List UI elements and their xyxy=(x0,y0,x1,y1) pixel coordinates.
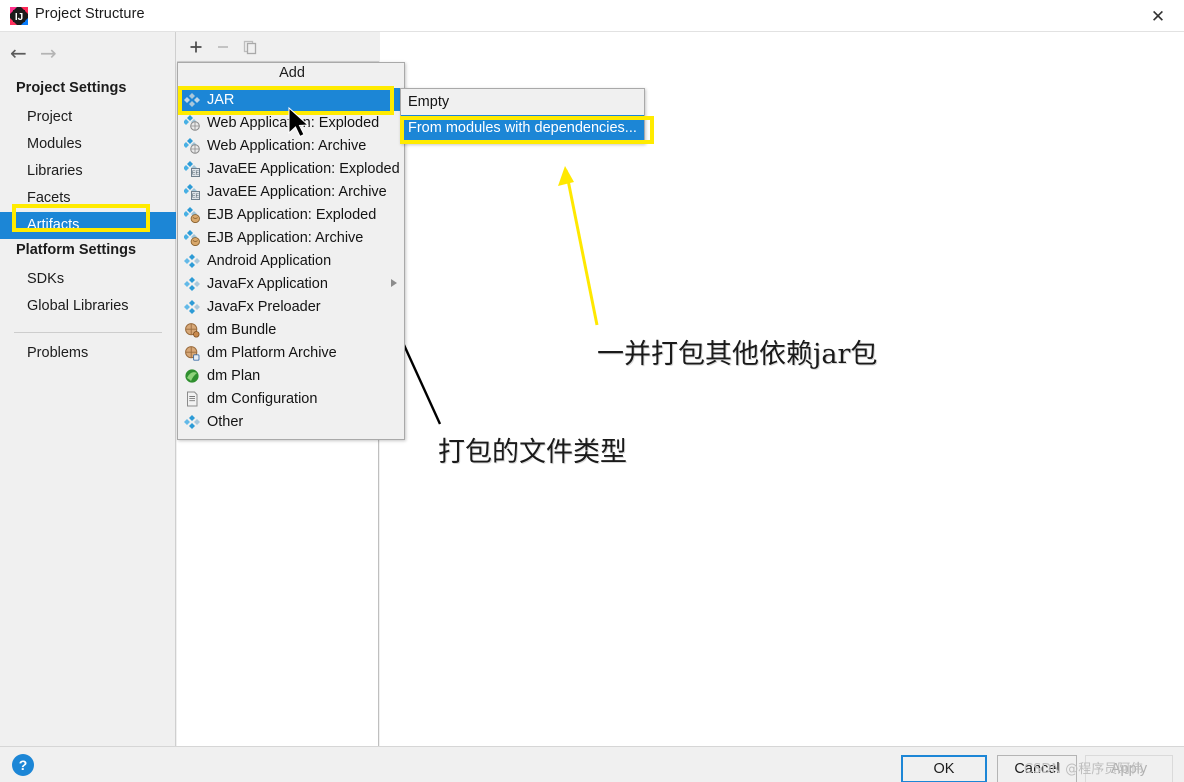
menu-item-label: dm Plan xyxy=(207,367,261,384)
copy-icon xyxy=(239,36,261,58)
sidebar-item-artifacts[interactable]: Artifacts xyxy=(0,212,176,239)
watermark: CSDN @程序员阿伟 xyxy=(1024,762,1144,777)
javaee-exploded-icon: EE xyxy=(183,160,200,177)
add-icon[interactable] xyxy=(185,36,207,58)
menu-item-label: Other xyxy=(207,413,244,430)
menu-item-label: JavaEE Application: Archive xyxy=(207,183,387,200)
add-artifact-menu: Add JAR Web Application: Exploded Web Ap… xyxy=(177,62,405,440)
menu-item-label: dm Platform Archive xyxy=(207,344,337,361)
menu-item-label: Web Application: Archive xyxy=(207,137,367,154)
ejb-exploded-icon xyxy=(183,206,200,223)
menu-item-label: JavaFx Application xyxy=(207,275,328,292)
menu-item-dm-configuration[interactable]: dm Configuration xyxy=(179,387,405,410)
add-menu-list: JAR Web Application: Exploded Web Applic… xyxy=(179,88,405,433)
back-arrow-icon[interactable]: ← xyxy=(10,42,27,64)
menu-item-label: Web Application: Exploded xyxy=(207,114,380,131)
intellij-idea-icon: IJ xyxy=(10,7,28,25)
sidebar-item-problems[interactable]: Problems xyxy=(0,340,176,367)
javaee-archive-icon: EE xyxy=(183,183,200,200)
sidebar-item-facets[interactable]: Facets xyxy=(0,185,176,212)
jar-submenu: Empty From modules with dependencies... xyxy=(400,88,645,144)
ok-button[interactable]: OK xyxy=(901,755,987,782)
menu-item-dm-plan[interactable]: dm Plan xyxy=(179,364,405,387)
sidebar-item-project[interactable]: Project xyxy=(0,104,176,131)
menu-item-label: dm Bundle xyxy=(207,321,277,338)
sidebar-item-modules[interactable]: Modules xyxy=(0,131,176,158)
menu-item-ejb-application-archive[interactable]: EJB Application: Archive xyxy=(179,226,405,249)
web-exploded-icon xyxy=(183,114,200,131)
menu-item-web-application-archive[interactable]: Web Application: Archive xyxy=(179,134,405,157)
project-structure-dialog: IJ Project Structure ✕ ← → Project Setti… xyxy=(0,0,1184,782)
menu-item-label: JAR xyxy=(207,91,235,108)
sidebar-item-global-libraries[interactable]: Global Libraries xyxy=(0,293,176,320)
menu-item-other[interactable]: Other xyxy=(179,410,405,433)
remove-icon xyxy=(212,36,234,58)
submenu-item-from-modules-with-dependencies[interactable]: From modules with dependencies... xyxy=(401,115,644,141)
javafx-preloader-icon xyxy=(184,299,200,315)
javafx-application-icon xyxy=(184,276,200,292)
sidebar-item-libraries[interactable]: Libraries xyxy=(0,158,176,185)
menu-item-android-application[interactable]: Android Application xyxy=(179,249,405,272)
svg-text:IJ: IJ xyxy=(15,12,23,23)
close-icon[interactable]: ✕ xyxy=(1140,4,1176,28)
add-menu-title: Add xyxy=(279,65,305,81)
ejb-archive-icon xyxy=(183,229,200,246)
menu-item-javafx-preloader[interactable]: JavaFx Preloader xyxy=(179,295,405,318)
menu-item-javaee-application-archive[interactable]: EE JavaEE Application: Archive xyxy=(179,180,405,203)
navigation-arrows: ← → xyxy=(0,40,176,72)
artifacts-toolbar xyxy=(177,32,379,62)
menu-item-javafx-application[interactable]: JavaFx Application xyxy=(179,272,405,295)
dialog-footer: ? OK Cancel Apply xyxy=(0,746,1184,782)
svg-text:EE: EE xyxy=(192,193,200,199)
dm-platform-archive-icon xyxy=(184,345,200,361)
menu-item-ejb-application-exploded[interactable]: EJB Application: Exploded xyxy=(179,203,405,226)
section-heading-project-settings: Project Settings xyxy=(16,80,127,96)
web-archive-icon xyxy=(183,137,200,154)
help-icon[interactable]: ? xyxy=(12,754,34,776)
annotation-dependencies: 一并打包其他依赖jar包 xyxy=(597,339,878,370)
forward-arrow-icon[interactable]: → xyxy=(40,42,57,64)
other-icon xyxy=(184,414,200,430)
menu-item-label: JavaEE Application: Exploded xyxy=(207,160,400,177)
menu-item-label: Android Application xyxy=(207,252,332,269)
svg-text:EE: EE xyxy=(192,170,200,176)
menu-item-label: dm Configuration xyxy=(207,390,318,407)
menu-item-label: EJB Application: Archive xyxy=(207,229,364,246)
sidebar-item-sdks[interactable]: SDKs xyxy=(0,266,176,293)
title-bar: IJ Project Structure ✕ xyxy=(0,0,1184,32)
menu-item-web-application-exploded[interactable]: Web Application: Exploded xyxy=(179,111,405,134)
annotation-file-type: 打包的文件类型 xyxy=(438,437,627,468)
menu-item-label: JavaFx Preloader xyxy=(207,298,321,315)
chevron-right-icon xyxy=(391,279,397,287)
menu-item-jar[interactable]: JAR xyxy=(179,88,405,111)
dm-plan-icon xyxy=(184,368,200,384)
section-heading-platform-settings: Platform Settings xyxy=(16,242,137,258)
menu-item-dm-bundle[interactable]: dm Bundle xyxy=(179,318,405,341)
sidebar-divider xyxy=(14,332,162,333)
dm-bundle-icon xyxy=(184,322,200,338)
dm-configuration-icon xyxy=(184,391,200,407)
menu-item-label: EJB Application: Exploded xyxy=(207,206,377,223)
window-title: Project Structure xyxy=(35,6,145,22)
jar-icon xyxy=(184,92,200,108)
settings-sidebar: ← → Project Settings Project Modules Lib… xyxy=(0,32,176,746)
android-application-icon xyxy=(184,253,200,269)
menu-item-javaee-application-exploded[interactable]: EE JavaEE Application: Exploded xyxy=(179,157,405,180)
menu-item-dm-platform-archive[interactable]: dm Platform Archive xyxy=(179,341,405,364)
submenu-item-empty[interactable]: Empty xyxy=(401,89,644,115)
